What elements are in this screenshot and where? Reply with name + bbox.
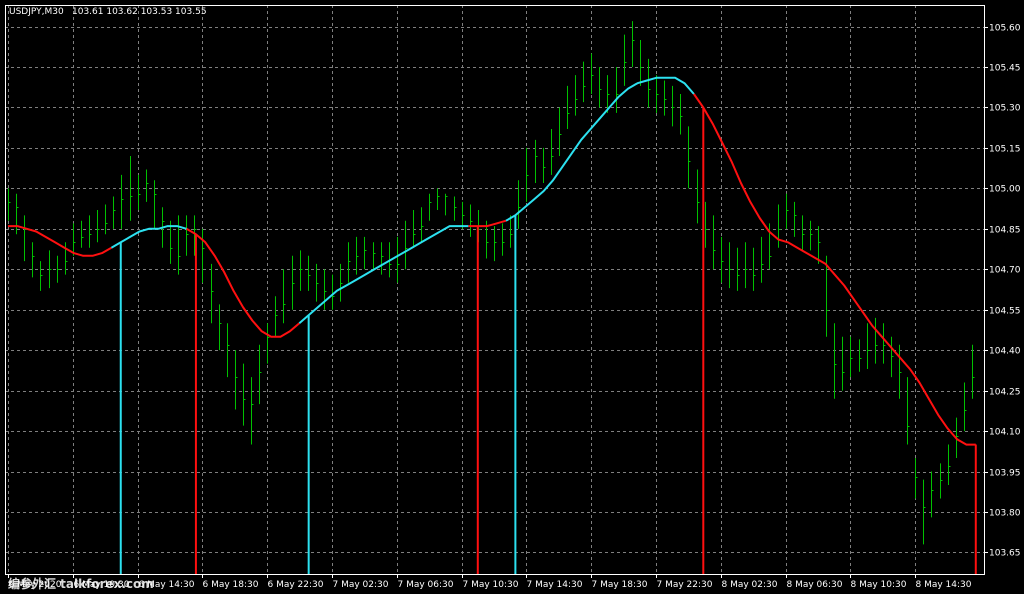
y-tick-label: 105.00 <box>989 185 1021 195</box>
x-tick-label: 7 May 14:30 <box>527 580 583 590</box>
y-tick-label: 105.15 <box>989 145 1021 155</box>
y-tick-label: 105.45 <box>989 64 1021 74</box>
y-tick-label: 104.10 <box>989 428 1021 438</box>
x-tick-label: 7 May 22:30 <box>657 580 713 590</box>
chart-window[interactable]: 105.60 105.45 105.30 105.15 105.00 104.85 104.… <box>0 0 1024 594</box>
x-tick-label: 7 May 06:30 <box>398 580 454 590</box>
x-tick-label: 8 May 02:30 <box>722 580 778 590</box>
x-tick-label: 8 May 06:30 <box>787 580 843 590</box>
y-tick-label: 103.65 <box>989 549 1021 559</box>
price-chart[interactable]: 105.60 105.45 105.30 105.15 105.00 104.85 104.… <box>0 0 1024 594</box>
y-tick-label: 104.25 <box>989 388 1021 398</box>
x-tick-label: 7 May 18:30 <box>592 580 648 590</box>
plot-background <box>0 0 1024 594</box>
y-tick-label: 105.60 <box>989 24 1021 34</box>
x-tick-label: 8 May 14:30 <box>916 580 972 590</box>
y-tick-label: 104.85 <box>989 226 1021 236</box>
y-tick-label: 104.70 <box>989 266 1021 276</box>
symbol-label: USDJPY,M30 <box>9 7 64 17</box>
y-tick-label: 104.55 <box>989 307 1021 317</box>
x-tick-label: 6 May 18:30 <box>203 580 259 590</box>
x-tick-label: 7 May 02:30 <box>333 580 389 590</box>
x-tick-label: 6 May 22:30 <box>268 580 324 590</box>
y-tick-label: 103.80 <box>989 509 1021 519</box>
y-tick-label: 103.95 <box>989 469 1021 479</box>
y-tick-label: 105.30 <box>989 104 1021 114</box>
ohlc-label: 103.61 103.62 103.53 103.55 <box>72 7 207 17</box>
x-tick-label: 8 May 10:30 <box>851 580 907 590</box>
watermark-text: 编参外汇 talkforex.com <box>7 576 154 591</box>
x-tick-label: 7 May 10:30 <box>463 580 519 590</box>
y-tick-label: 104.40 <box>989 347 1021 357</box>
